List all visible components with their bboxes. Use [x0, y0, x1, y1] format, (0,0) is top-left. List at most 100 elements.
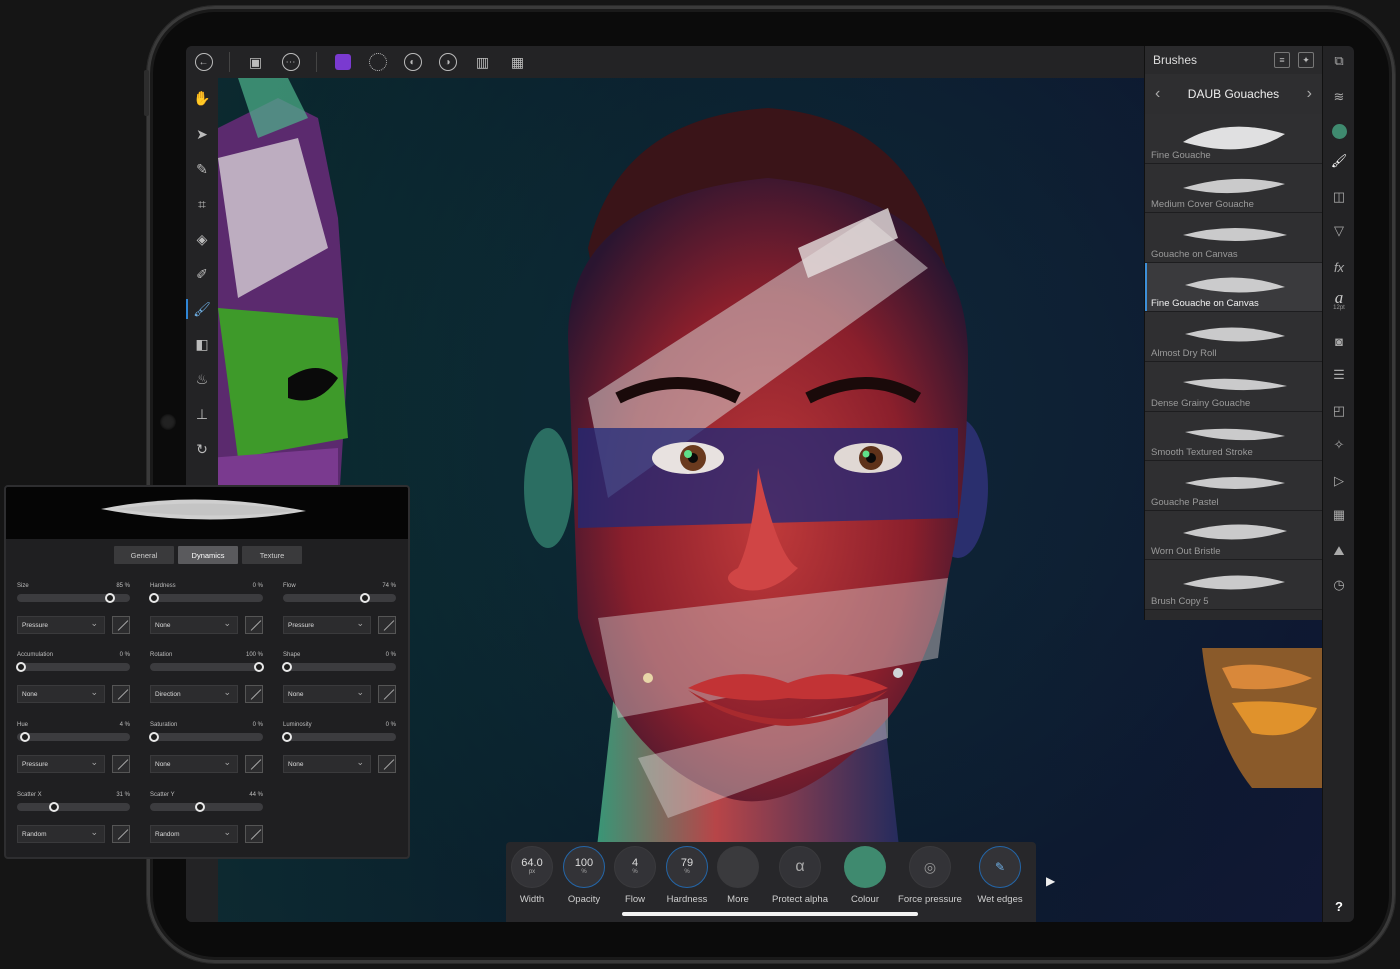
saturation-slider[interactable] — [149, 732, 263, 742]
arrange-button[interactable]: ▦ — [500, 46, 535, 78]
force-pressure-control[interactable]: ◎ Force pressure — [894, 846, 966, 905]
navigator-button[interactable]: ⧉ — [1323, 46, 1354, 76]
hardness-control[interactable]: 79% Hardness — [659, 846, 715, 905]
text-styles-button[interactable]: a 12pt — [1323, 286, 1354, 316]
curve-editor-icon[interactable] — [112, 825, 130, 843]
curve-editor-icon[interactable] — [245, 616, 263, 634]
play-icon[interactable]: ▶ — [1046, 874, 1055, 888]
brush-item[interactable]: Worn Out Bristle — [1145, 510, 1322, 561]
size-controller-dropdown[interactable]: Pressure — [17, 616, 105, 634]
colour-swatch[interactable] — [844, 846, 886, 888]
tab-texture[interactable]: Texture — [242, 546, 302, 564]
liquify-persona-button[interactable] — [360, 46, 395, 78]
selection-brush-tool[interactable]: ✐ — [186, 258, 218, 290]
curve-editor-icon[interactable] — [378, 755, 396, 773]
photo-persona-button[interactable] — [325, 46, 360, 78]
navigator-compass-button[interactable]: ✧ — [1323, 430, 1354, 460]
healing-tool[interactable]: ↻ — [186, 433, 218, 465]
hardness-dial[interactable]: 79% — [666, 846, 708, 888]
size-slider-knob[interactable] — [105, 593, 116, 603]
opacity-dial[interactable]: 100% — [563, 846, 605, 888]
curve-editor-icon[interactable] — [245, 825, 263, 843]
chevron-left-icon[interactable]: ‹ — [1155, 85, 1160, 103]
tab-dynamics[interactable]: Dynamics — [178, 546, 238, 564]
move-tool[interactable]: ➤ — [186, 118, 218, 150]
view-tool[interactable]: ✋ — [186, 82, 218, 114]
curve-editor-icon[interactable] — [245, 685, 263, 703]
clone-tool[interactable]: ⊥ — [186, 398, 218, 430]
wet-edges-button[interactable]: ✎ — [979, 846, 1021, 888]
pin-icon[interactable]: ✦ — [1298, 52, 1314, 68]
force-pressure-button[interactable]: ◎ — [909, 846, 951, 888]
crop-tool[interactable]: ⌗ — [186, 188, 218, 220]
help-button[interactable]: ? — [1323, 891, 1354, 921]
shape-slider-knob[interactable] — [282, 662, 292, 672]
hue-controller-dropdown[interactable]: Pressure — [17, 755, 105, 773]
erase-tool[interactable]: ◧ — [186, 328, 218, 360]
transform-button[interactable]: ◰ — [1323, 396, 1354, 426]
luminosity-controller-dropdown[interactable]: None — [283, 755, 371, 773]
protect-alpha-button[interactable]: α — [779, 846, 821, 888]
width-dial[interactable]: 64.0 px — [511, 846, 553, 888]
flow-control[interactable]: 4% Flow — [607, 846, 663, 905]
adjustment-sliders-button[interactable]: ☰ — [1323, 360, 1354, 390]
scatter-y-slider-knob[interactable] — [195, 802, 206, 812]
rotation-slider[interactable] — [150, 662, 264, 672]
layers-button[interactable]: ≋ — [1323, 82, 1354, 112]
saturation-slider-knob[interactable] — [149, 732, 159, 742]
rotation-controller-dropdown[interactable]: Direction — [150, 685, 238, 703]
scatter-x-slider[interactable] — [17, 802, 130, 812]
flow-slider[interactable] — [283, 593, 396, 603]
adjustments-button[interactable]: ▽ — [1323, 216, 1354, 246]
chevron-right-icon[interactable]: › — [1307, 85, 1312, 103]
export-persona-button[interactable]: ▥ — [465, 46, 500, 78]
curve-editor-icon[interactable] — [378, 685, 396, 703]
hue-slider[interactable] — [17, 732, 130, 742]
snapshot-button[interactable]: ◙ — [1323, 326, 1354, 356]
hardness-slider-knob[interactable] — [149, 593, 159, 603]
brush-item[interactable]: Smooth Textured Stroke — [1145, 411, 1322, 462]
fill-tool[interactable]: ◈ — [186, 223, 218, 255]
brush-item[interactable]: Brush Copy 5 — [1145, 560, 1322, 610]
scatter-y-controller-dropdown[interactable]: Random — [150, 825, 238, 843]
scatter-y-slider[interactable] — [150, 802, 263, 812]
history-button[interactable]: ◷ — [1323, 570, 1354, 600]
histogram-button[interactable]: ⛰ — [1323, 536, 1354, 566]
tone-mapping-persona-button[interactable]: ◑ — [430, 46, 465, 78]
wet-edges-control[interactable]: ✎ Wet edges — [972, 846, 1028, 905]
curve-editor-icon[interactable] — [378, 616, 396, 634]
paint-brush-tool[interactable]: 🖌 — [186, 293, 218, 325]
flow-dial[interactable]: 4% — [614, 846, 656, 888]
back-button[interactable]: ← — [186, 46, 221, 78]
curve-editor-icon[interactable] — [112, 755, 130, 773]
luminosity-slider-knob[interactable] — [282, 732, 292, 742]
luminosity-slider[interactable] — [282, 732, 396, 742]
accumulation-slider[interactable] — [16, 662, 130, 672]
flow-controller-dropdown[interactable]: Pressure — [283, 616, 371, 634]
channels-button[interactable]: ◫ — [1323, 182, 1354, 212]
home-indicator[interactable] — [622, 912, 918, 916]
shape-controller-dropdown[interactable]: None — [283, 685, 371, 703]
effects-button[interactable]: fx — [1323, 252, 1354, 282]
hardness-slider[interactable] — [149, 593, 263, 603]
brush-item[interactable]: Fine Gouache — [1145, 114, 1322, 164]
curve-editor-icon[interactable] — [245, 755, 263, 773]
burn-tool[interactable]: ♨ — [186, 363, 218, 395]
more-control[interactable]: More — [710, 846, 766, 905]
width-control[interactable]: 64.0 px Width — [504, 846, 560, 905]
flow-slider-knob[interactable] — [359, 593, 370, 603]
colour-button[interactable] — [1323, 116, 1354, 146]
size-slider[interactable] — [17, 593, 130, 603]
accumulation-controller-dropdown[interactable]: None — [17, 685, 105, 703]
curve-editor-icon[interactable] — [112, 685, 130, 703]
scatter-x-controller-dropdown[interactable]: Random — [17, 825, 105, 843]
protect-alpha-control[interactable]: α Protect alpha — [764, 846, 836, 905]
brush-item[interactable]: Gouache on Canvas — [1145, 213, 1322, 263]
hardness-controller-dropdown[interactable]: None — [150, 616, 238, 634]
macro-play-button[interactable]: ▷ — [1323, 466, 1354, 496]
brush-item[interactable]: Fine Gouache on Canvas — [1145, 262, 1322, 313]
hue-slider-knob[interactable] — [20, 732, 31, 742]
document-button[interactable]: ▣ — [238, 46, 273, 78]
saturation-controller-dropdown[interactable]: None — [150, 755, 238, 773]
tab-general[interactable]: General — [114, 546, 174, 564]
